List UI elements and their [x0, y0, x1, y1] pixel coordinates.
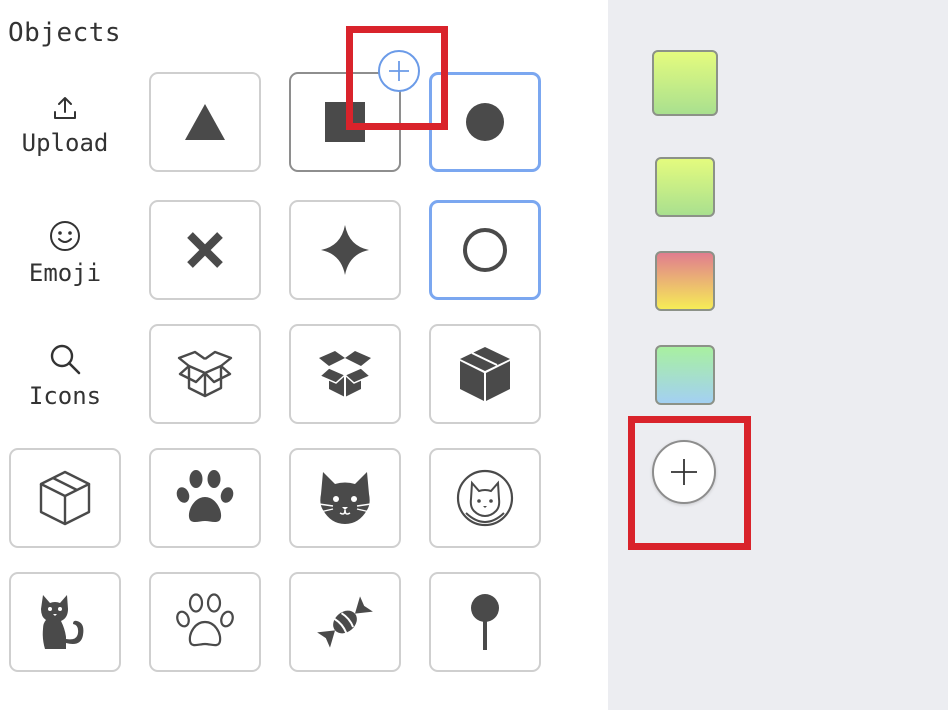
lollipop-icon	[465, 592, 505, 652]
box-3d-filled-icon	[457, 345, 513, 403]
add-swatch-button[interactable]	[652, 440, 716, 504]
add-object-button[interactable]	[378, 50, 420, 92]
filled-circle-icon	[465, 102, 505, 142]
shape-tile-square[interactable]	[289, 72, 401, 172]
icon-tile-cat-face[interactable]	[289, 448, 401, 548]
panel-title: Objects	[8, 18, 122, 48]
sidebar-item-label: Icons	[28, 382, 102, 410]
icon-tile-paw-outline[interactable]	[149, 572, 261, 672]
icon-tile-box-outline[interactable]	[9, 448, 121, 548]
cat-badge-icon	[456, 469, 514, 527]
shape-tile-filled-circle[interactable]	[429, 72, 541, 172]
candy-icon	[315, 592, 375, 652]
smiley-icon	[48, 219, 82, 253]
swatch-pink-yellow-gradient[interactable]	[655, 251, 715, 311]
plus-icon	[669, 457, 699, 487]
icon-tile-open-box-outline[interactable]	[149, 324, 261, 424]
x-icon	[185, 230, 225, 270]
sidebar-item-label: Upload	[21, 129, 109, 157]
sidebar-item-upload[interactable]: Upload	[8, 75, 122, 175]
icon-tile-cat-badge[interactable]	[429, 448, 541, 548]
icon-tile-sitting-cat[interactable]	[9, 572, 121, 672]
shape-tile-outline-circle[interactable]	[429, 200, 541, 300]
sitting-cat-icon	[37, 593, 93, 651]
plus-icon	[387, 59, 411, 83]
swatch-green-blue-gradient[interactable]	[655, 345, 715, 405]
icon-tile-open-box-filled[interactable]	[289, 324, 401, 424]
box-outline-icon	[37, 469, 93, 527]
icon-tile-candy[interactable]	[289, 572, 401, 672]
paw-outline-icon	[175, 593, 235, 651]
search-icon	[48, 342, 82, 376]
shape-tile-triangle[interactable]	[149, 72, 261, 172]
icon-tile-paw-filled[interactable]	[149, 448, 261, 548]
icon-tile-box-3d-filled[interactable]	[429, 324, 541, 424]
square-icon	[324, 101, 366, 143]
shape-tile-x[interactable]	[149, 200, 261, 300]
triangle-icon	[183, 102, 227, 142]
upload-icon	[50, 93, 80, 123]
paw-filled-icon	[175, 469, 235, 527]
sidebar-item-emoji[interactable]: Emoji	[8, 203, 122, 303]
shape-tile-star[interactable]	[289, 200, 401, 300]
four-point-star-icon	[320, 224, 370, 276]
cat-face-icon	[315, 470, 375, 526]
swatch-lime-green-gradient[interactable]	[652, 50, 718, 116]
outline-circle-icon	[462, 227, 508, 273]
sidebar-item-icons[interactable]: Icons	[8, 326, 122, 426]
sidebar-item-label: Emoji	[28, 259, 102, 287]
open-box-filled-icon	[315, 346, 375, 402]
open-box-outline-icon	[175, 346, 235, 402]
icon-tile-lollipop[interactable]	[429, 572, 541, 672]
swatch-lime-green-gradient-2[interactable]	[655, 157, 715, 217]
